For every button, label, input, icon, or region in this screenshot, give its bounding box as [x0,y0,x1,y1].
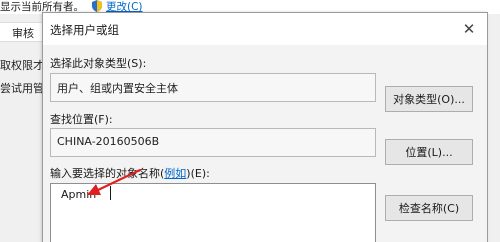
background-text-1: 取权限才 [0,59,44,72]
object-names-label: 输入要选择的对象名称(例如)(E): [50,165,210,181]
close-button[interactable]: ✕ [451,17,487,41]
object-names-input[interactable]: Apmin [50,183,376,242]
location-field: CHINA-20160506B [50,128,376,157]
location-label: 查找位置(F): [50,113,113,126]
object-names-value: Apmin [61,188,97,201]
uac-shield-icon [92,0,102,12]
tab-audit[interactable]: 审核 [12,25,34,41]
examples-link[interactable]: 例如 [164,167,186,180]
check-names-button[interactable]: 检查名称(C) [385,195,473,221]
object-type-label: 选择此对象类型(S): [50,57,147,70]
select-users-dialog: 选择用户或组 ✕ 选择此对象类型(S): 用户、组或内置安全主体 对象类型(O)… [42,12,488,242]
object-types-button[interactable]: 对象类型(O)... [385,86,473,112]
locations-button[interactable]: 位置(L)... [385,139,473,165]
object-names-label-suffix: )(E): [186,167,210,180]
close-icon: ✕ [462,20,476,38]
object-names-label-prefix: 输入要选择的对象名称( [50,167,165,180]
background-text-2: 尝试用管 [0,82,44,95]
object-type-field: 用户、组或内置安全主体 [50,73,376,102]
dialog-titlebar: 选择用户或组 ✕ [43,13,487,45]
text-caret [110,186,111,200]
dialog-title: 选择用户或组 [50,23,119,37]
